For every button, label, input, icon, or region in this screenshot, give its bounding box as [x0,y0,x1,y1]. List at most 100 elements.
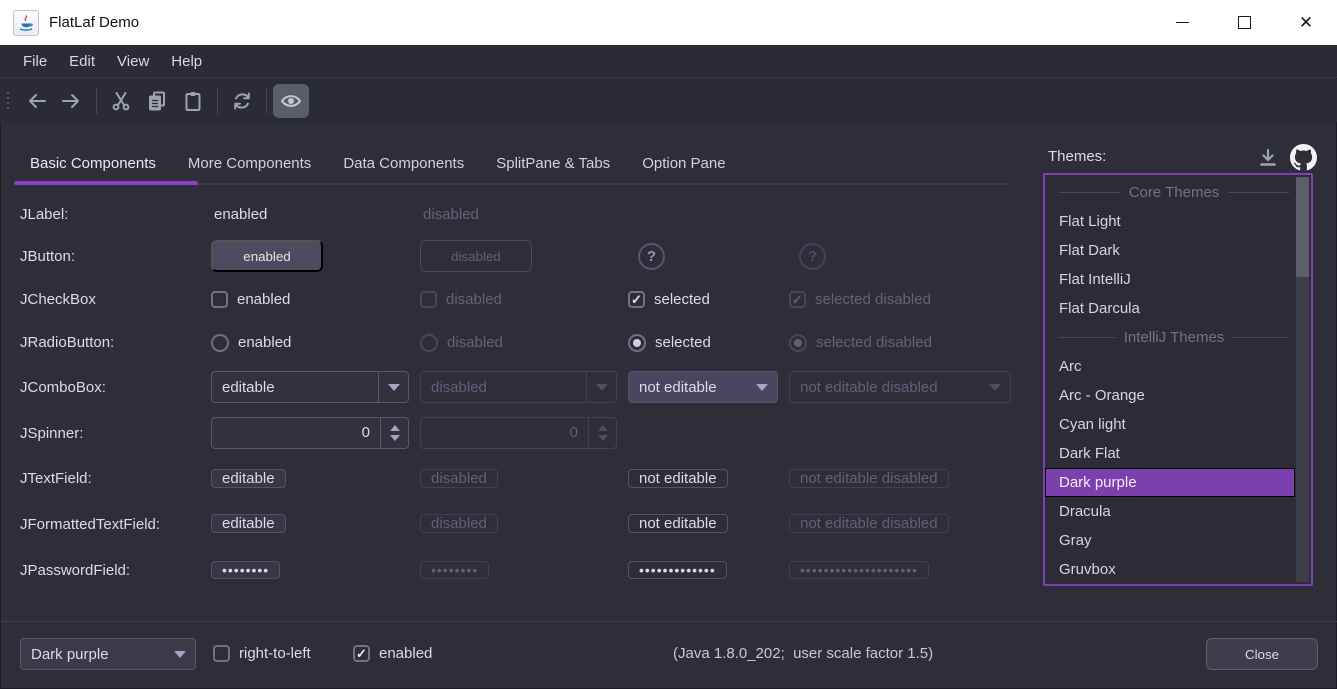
radio-selected-label: selected [655,334,711,351]
combobox-arrow-button[interactable] [747,372,777,402]
forward-button[interactable] [54,84,90,118]
themes-group-header: Core Themes [1045,178,1311,207]
theme-item-gruvbox[interactable]: Gruvbox [1045,555,1311,584]
jbutton-row-label: JButton: [20,248,200,265]
chevron-down-icon [388,384,400,391]
copy-button[interactable] [139,84,175,118]
theme-item-arc[interactable]: Arc [1045,352,1311,381]
spinner-up-icon [598,425,608,431]
back-button[interactable] [18,84,54,118]
menu-view[interactable]: View [106,45,160,78]
enabled-checkbox-row: enabled [353,645,432,662]
theme-item-flat-darcula[interactable]: Flat Darcula [1045,294,1311,323]
checkbox-selected-disabled [789,291,806,308]
passwordfield-editable[interactable]: •••••••• [211,561,280,579]
spinner-up-icon[interactable] [390,425,400,431]
theme-item-flat-intellij[interactable]: Flat IntelliJ [1045,265,1311,294]
jlabel-disabled: disabled [420,206,617,223]
theme-item-cyan-light[interactable]: Cyan light [1045,410,1311,439]
chevron-down-icon [174,651,186,658]
textfield-disabled: disabled [420,469,498,488]
close-icon: ✕ [1299,14,1313,31]
toolbar-separator [217,88,218,114]
basic-components-panel: JLabel: enabled disabled JButton: enable… [20,194,1011,593]
theme-item-dracula[interactable]: Dracula [1045,497,1311,526]
cut-button[interactable] [103,84,139,118]
github-button[interactable] [1289,143,1317,171]
passwordfield-not-editable: ••••••••••••• [628,561,727,579]
combobox-not-editable-disabled: not editable disabled [789,371,1011,403]
checkbox-enabled[interactable] [211,291,228,308]
tool-bar [0,79,1337,122]
menu-help[interactable]: Help [160,45,213,78]
theme-item-dark-flat[interactable]: Dark Flat [1045,439,1311,468]
combobox-editable-value[interactable]: editable [212,379,378,396]
spinner-buttons [588,418,616,448]
help-button-disabled [799,243,826,270]
checkbox-selected-label: selected [654,291,710,308]
theme-item-flat-light[interactable]: Flat Light [1045,207,1311,236]
close-window-button[interactable]: ✕ [1275,0,1337,45]
spinner-enabled[interactable]: 0 [211,417,409,449]
checkbox-selected-disabled-label: selected disabled [815,291,931,308]
radio-enabled[interactable] [211,334,229,352]
combobox-arrow-button[interactable] [378,372,408,402]
checkbox-selected[interactable] [628,291,645,308]
jcheckbox-row-label: JCheckBox [20,291,200,308]
tab-data-components[interactable]: Data Components [327,143,480,183]
formattedfield-editable[interactable]: editable [211,514,286,533]
theme-item-gray[interactable]: Gray [1045,526,1311,555]
group-header-label: IntelliJ Themes [1124,329,1225,346]
help-button[interactable] [638,243,665,270]
combobox-disabled-value: disabled [421,379,586,396]
themes-list: Core Themes Flat Light Flat Dark Flat In… [1043,173,1313,586]
download-themes-button[interactable] [1255,145,1281,171]
minimize-button[interactable] [1151,0,1213,45]
paste-button[interactable] [175,84,211,118]
jradiobutton-row-label: JRadioButton: [20,334,200,351]
tab-option-pane[interactable]: Option Pane [626,143,741,183]
combobox-arrow-button[interactable] [165,651,195,658]
combobox-editable[interactable]: editable [211,371,409,403]
combobox-arrow-button [586,372,616,402]
radio-enabled-label: enabled [238,334,291,351]
tab-splitpane-tabs[interactable]: SplitPane & Tabs [480,143,626,183]
right-to-left-checkbox[interactable] [213,645,230,662]
jspinner-row-label: JSpinner: [20,425,200,442]
right-to-left-checkbox-row: right-to-left [213,645,311,662]
spinner-down-icon[interactable] [390,435,400,441]
enabled-checkbox[interactable] [353,645,370,662]
enabled-button[interactable]: enabled [211,240,323,272]
refresh-button[interactable] [224,84,260,118]
theme-item-arc-orange[interactable]: Arc - Orange [1045,381,1311,410]
radio-disabled-label: disabled [447,334,503,351]
menu-edit[interactable]: Edit [58,45,106,78]
spinner-value[interactable]: 0 [212,418,380,448]
chevron-down-icon [596,384,608,391]
theme-item-dark-purple-selected[interactable]: Dark purple [1045,468,1295,497]
passwordfield-not-editable-disabled: •••••••••••••••••••• [789,561,929,579]
menu-file[interactable]: File [12,45,58,78]
theme-item-flat-dark[interactable]: Flat Dark [1045,236,1311,265]
tab-basic-components[interactable]: Basic Components [14,143,172,183]
radio-selected[interactable] [628,334,646,352]
close-button[interactable]: Close [1206,638,1318,670]
java-app-icon [13,10,39,36]
show-hover-toggle-button[interactable] [273,84,309,118]
textfield-editable[interactable]: editable [211,469,286,488]
combobox-not-editable[interactable]: not editable [628,371,778,403]
maximize-button[interactable] [1213,0,1275,45]
formattedfield-not-editable: not editable [628,514,728,533]
maximize-icon [1238,16,1251,29]
passwordfield-disabled: •••••••• [420,561,489,579]
toolbar-grip[interactable] [7,92,9,109]
lookandfeel-combobox[interactable]: Dark purple [20,638,196,670]
tab-more-components[interactable]: More Components [172,143,327,183]
checkbox-disabled [420,291,437,308]
scrollbar-thumb[interactable] [1296,177,1309,277]
status-text: (Java 1.8.0_202; user scale factor 1.5) [673,645,933,662]
themes-scrollbar[interactable] [1296,177,1309,582]
toolbar-separator [96,88,97,114]
spinner-buttons[interactable] [380,418,408,448]
main-tab-bar: Basic Components More Components Data Co… [14,143,742,183]
